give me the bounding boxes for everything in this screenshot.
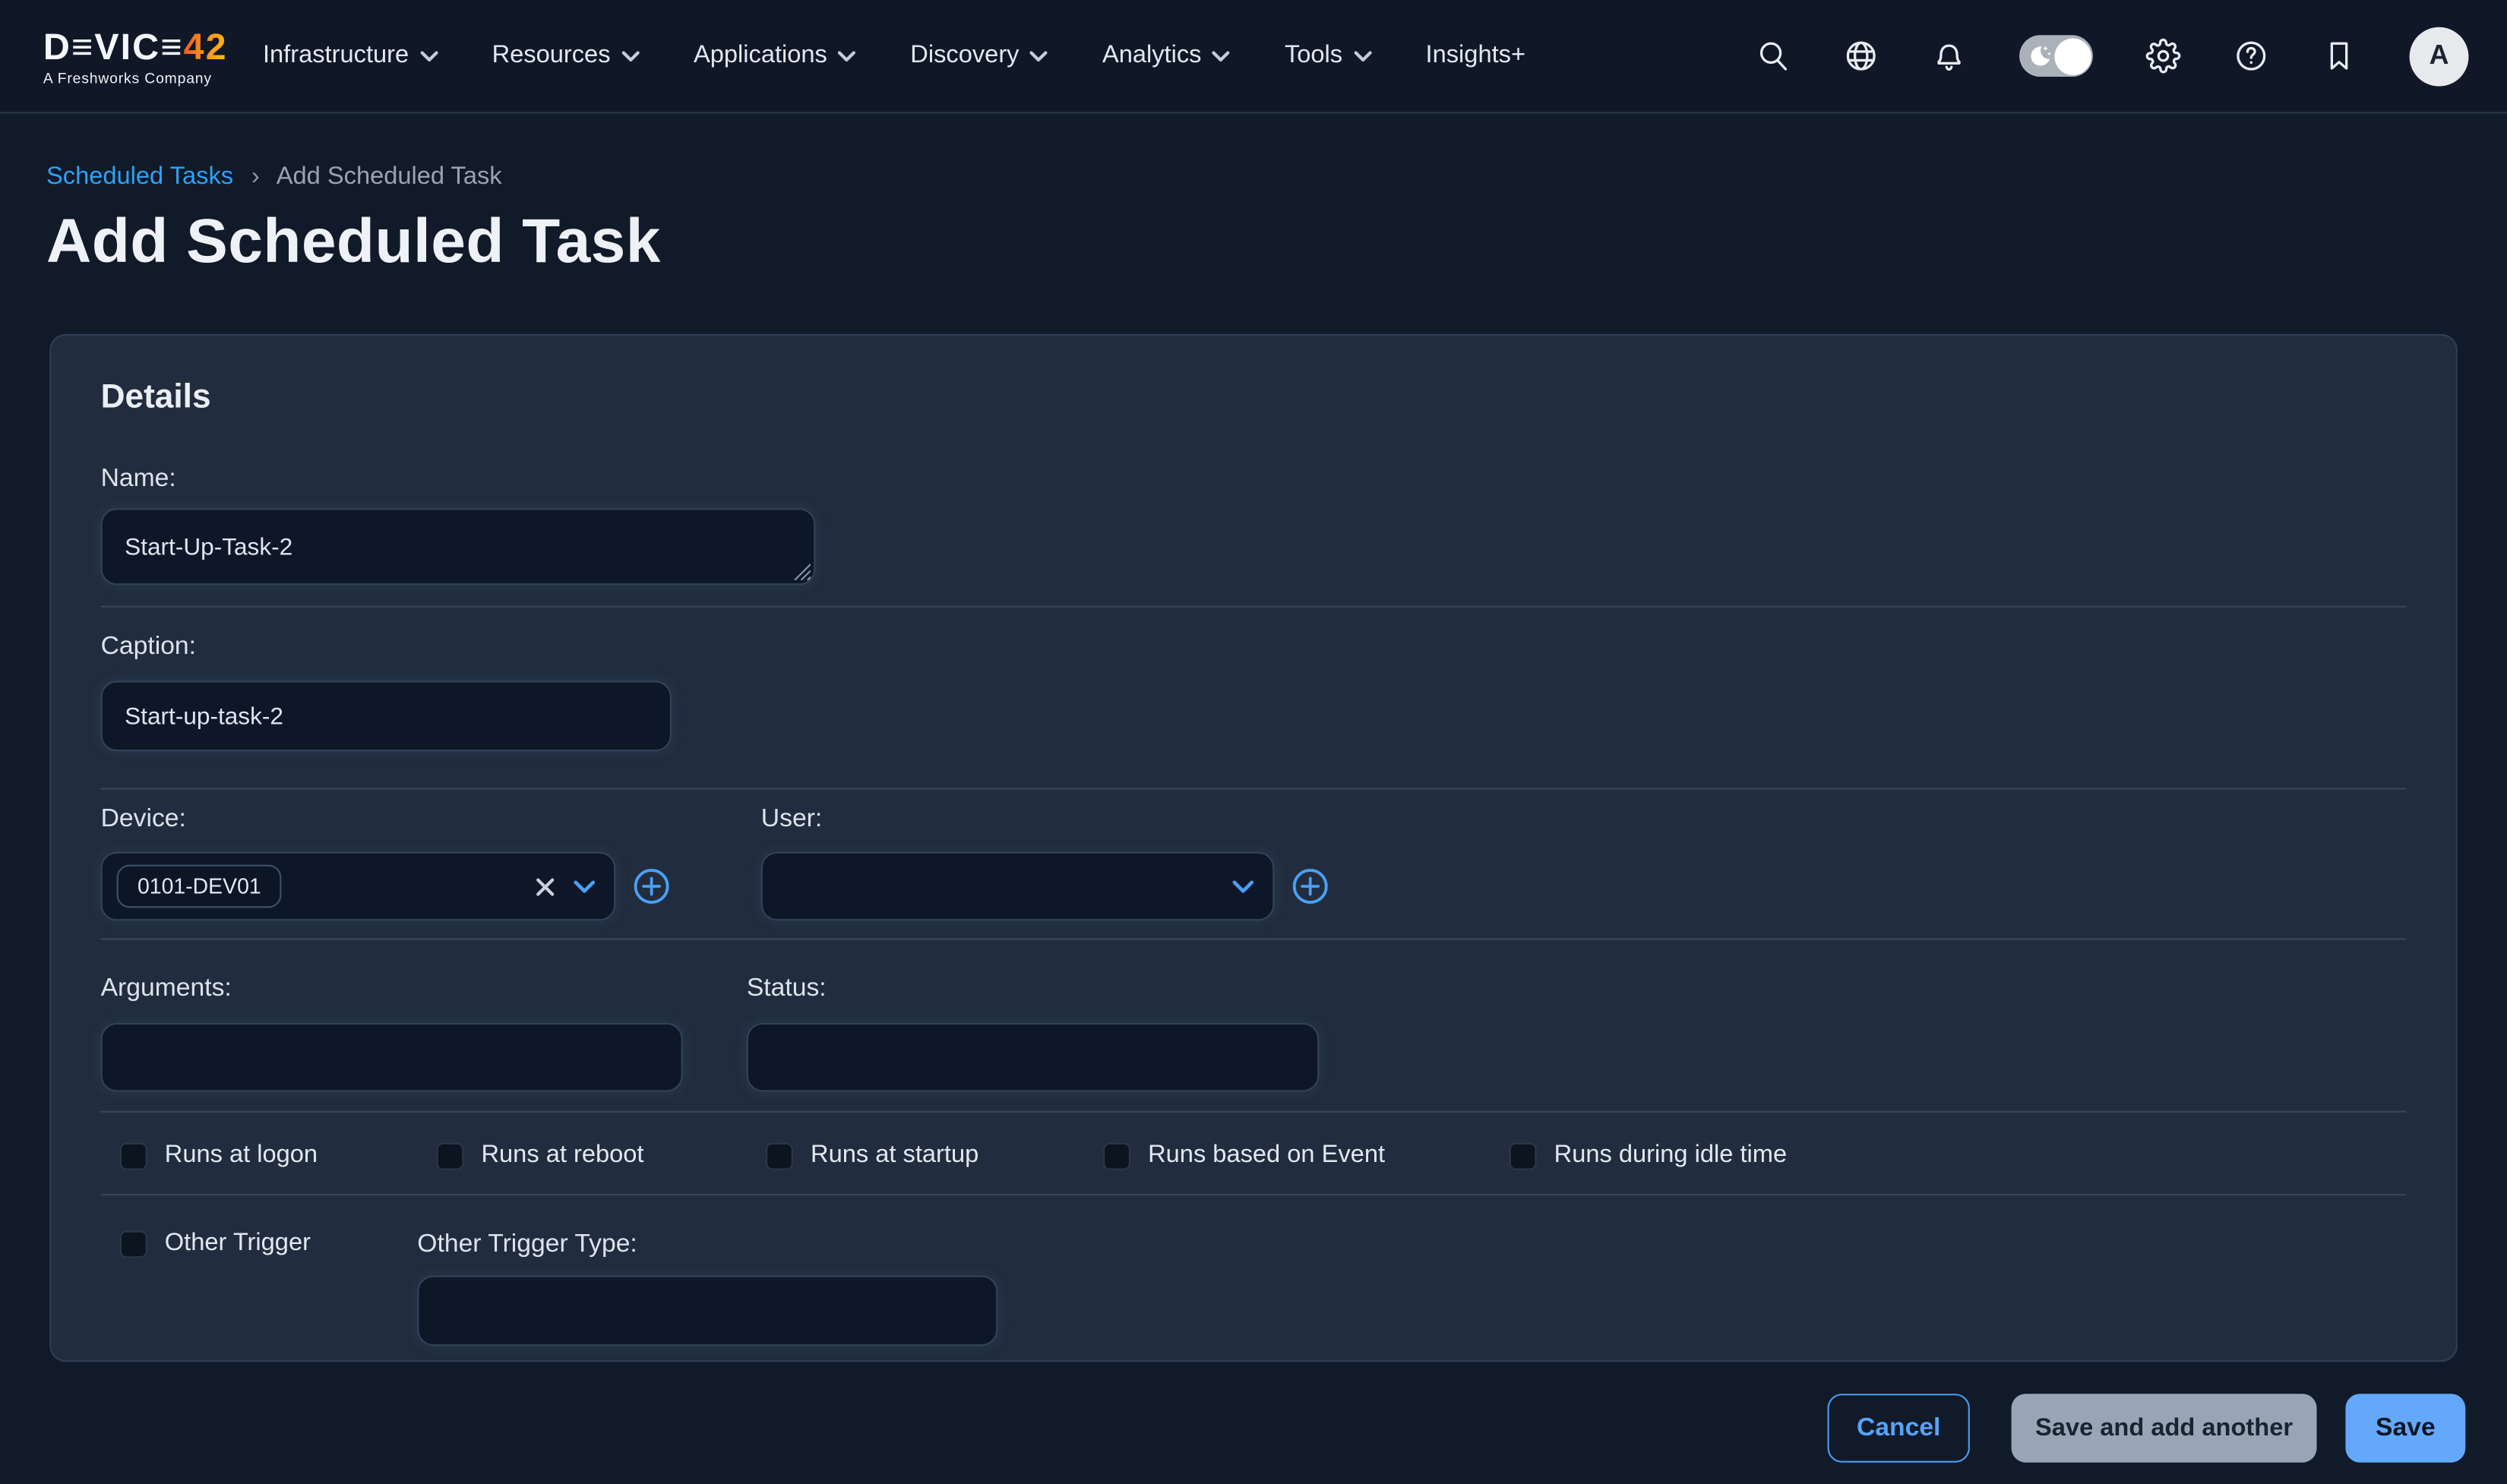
details-panel: Details Name: Caption: Device: 0101-DEV0… [49,334,2458,1362]
cancel-button[interactable]: Cancel [1828,1394,1970,1462]
logo-42: 42 [184,25,228,67]
caption-input[interactable] [101,681,672,752]
form-actions: Cancel Save and add another Save [0,1394,2465,1462]
status-input[interactable] [747,1023,1319,1091]
nav-label: Tools [1285,42,1342,71]
checkbox-item-runs-at-reboot: Runs at reboot [437,1141,767,1170]
user-label: User: [761,804,1329,836]
checkbox-label: Runs based on Event [1148,1141,1385,1170]
checkbox-label: Runs at reboot [481,1141,643,1170]
checkbox-item-runs-based-on-event: Runs based on Event [1103,1141,1510,1170]
device-select[interactable]: 0101-DEV01 [101,852,616,920]
divider [101,1194,2407,1195]
save-and-add-another-button[interactable]: Save and add another [2012,1394,2317,1462]
divider [101,788,2407,790]
chevron-down-icon [621,50,639,62]
chevron-down-icon [1354,50,1371,62]
nav-item-insights-plus[interactable]: Insights+ [1426,42,1526,71]
nav-item-infrastructure[interactable]: Infrastructure [263,42,438,71]
chevron-down-icon [1030,50,1048,62]
runs-based-on-event-checkbox[interactable] [1103,1142,1130,1170]
arguments-input[interactable] [101,1023,683,1091]
breadcrumb: Scheduled Tasks › Add Scheduled Task [46,163,2507,192]
other-trigger-type-input[interactable] [417,1275,997,1346]
checkbox-item-runs-during-idle-time: Runs during idle time [1510,1141,1787,1170]
nav-item-applications[interactable]: Applications [694,42,856,71]
runs-at-reboot-checkbox[interactable] [437,1142,464,1170]
nav-label: Discovery [910,42,1019,71]
runs-at-logon-checkbox[interactable] [120,1142,147,1170]
checkbox-item-runs-at-logon: Runs at logon [120,1141,437,1170]
toggle-knob [2053,37,2090,74]
bookmark-icon[interactable] [2322,39,2357,74]
top-nav-right: A [1756,27,2469,86]
nav-item-discovery[interactable]: Discovery [910,42,1048,71]
checkbox-label: Runs during idle time [1554,1141,1787,1170]
chevron-down-icon [420,50,438,62]
nav-item-resources[interactable]: Resources [492,42,640,71]
status-label: Status: [747,974,1319,1006]
breadcrumb-current: Add Scheduled Task [277,163,502,191]
name-label: Name: [101,463,2407,495]
search-icon[interactable] [1756,39,1791,74]
breadcrumb-separator: › [251,163,260,191]
other-trigger-type-label: Other Trigger Type: [417,1229,997,1261]
checkbox-label: Runs at startup [811,1141,978,1170]
runs-at-startup-checkbox[interactable] [766,1142,793,1170]
main-nav: Infrastructure Resources Applications Di… [263,42,1525,71]
add-user-button[interactable] [1292,868,1329,905]
top-nav-bar: D≡VIC≡42 A Freshworks Company Infrastruc… [0,0,2507,113]
checkbox-item-runs-at-startup: Runs at startup [766,1141,1103,1170]
chevron-down-icon[interactable] [1233,880,1254,893]
device-label: Device: [101,804,761,836]
help-icon[interactable] [2234,39,2268,74]
section-title: Details [101,377,2407,419]
nav-label: Applications [694,42,827,71]
page-title: Add Scheduled Task [46,208,2507,279]
save-button[interactable]: Save [2345,1394,2465,1462]
app-root: D≡VIC≡42 A Freshworks Company Infrastruc… [0,0,2507,1484]
checkbox-label: Other Trigger [165,1229,311,1258]
runs-during-idle-time-checkbox[interactable] [1510,1142,1537,1170]
name-input[interactable] [101,508,816,585]
nav-label: Infrastructure [263,42,409,71]
checkbox-item-other-trigger: Other Trigger [120,1229,417,1258]
nav-label: Insights+ [1426,42,1526,71]
divider [101,1111,2407,1113]
nav-item-analytics[interactable]: Analytics [1102,42,1230,71]
logo-wordmark: D≡VIC≡42 [43,27,228,65]
checkbox-label: Runs at logon [165,1141,318,1170]
notifications-bell-icon[interactable] [1931,39,1966,74]
add-device-button[interactable] [633,868,669,905]
chevron-down-icon [1212,50,1230,62]
globe-icon[interactable] [1844,39,1879,74]
settings-gear-icon[interactable] [2145,39,2180,74]
clear-icon[interactable] [536,876,555,895]
device42-logo[interactable]: D≡VIC≡42 A Freshworks Company [43,27,228,86]
theme-toggle[interactable] [2019,35,2093,77]
nav-label: Resources [492,42,611,71]
divider [101,938,2407,939]
divider [101,606,2407,608]
chevron-down-icon[interactable] [574,880,595,893]
moon-icon [2026,42,2055,71]
user-select[interactable] [761,852,1275,920]
arguments-label: Arguments: [101,974,747,1006]
nav-item-tools[interactable]: Tools [1285,42,1371,71]
caption-label: Caption: [101,631,2407,663]
logo-tagline: A Freshworks Company [43,70,228,86]
user-avatar[interactable]: A [2410,27,2469,86]
chevron-down-icon [839,50,856,62]
other-trigger-checkbox[interactable] [120,1230,147,1257]
device-chip: 0101-DEV01 [117,865,282,908]
nav-label: Analytics [1102,42,1202,71]
breadcrumb-link-scheduled-tasks[interactable]: Scheduled Tasks [46,163,233,191]
